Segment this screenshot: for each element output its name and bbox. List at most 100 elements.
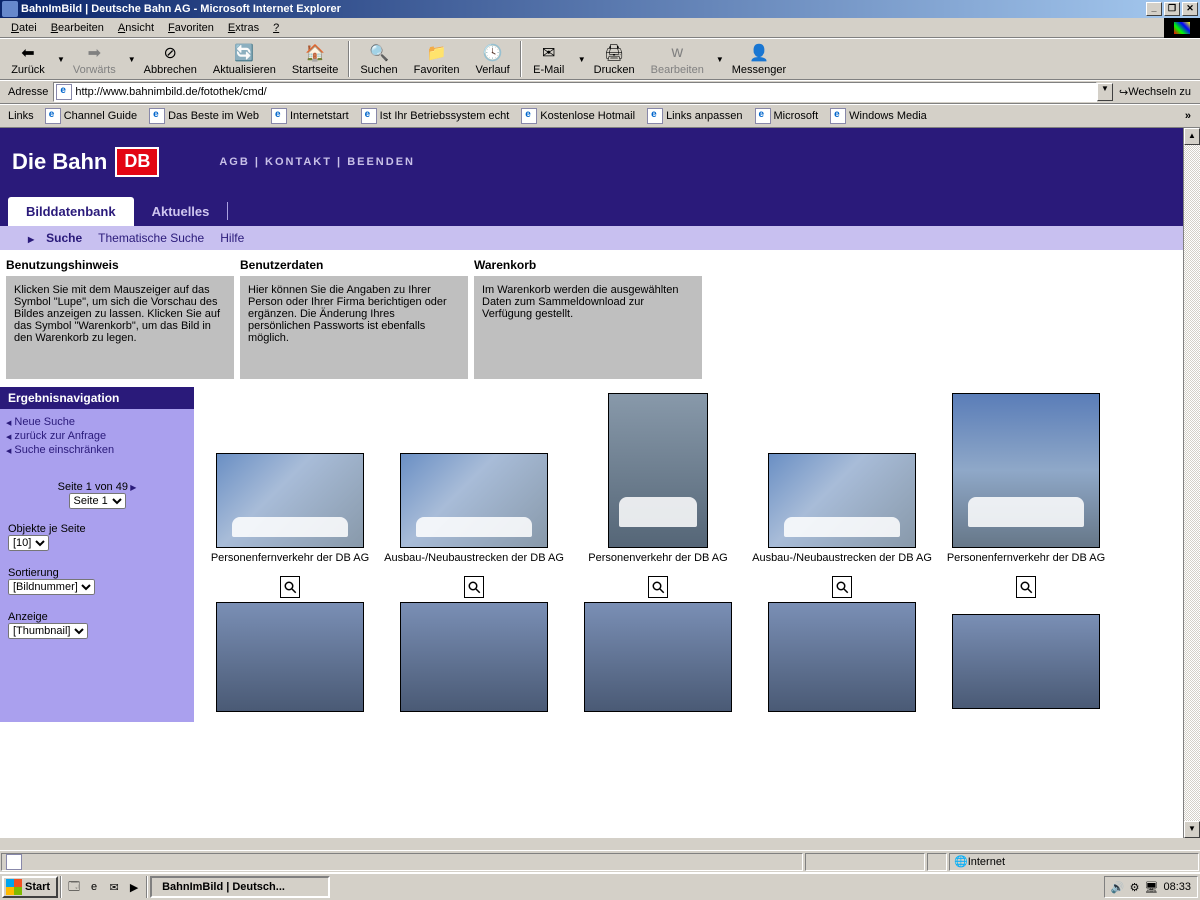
status-cell [927,853,947,871]
tray-app-icon[interactable]: ⚙ [1130,881,1140,894]
taskbar-task[interactable]: BahnImBild | Deutsch... [150,876,330,898]
menu-extras[interactable]: Extras [221,20,266,36]
subnav-hilfe[interactable]: Hilfe [212,231,252,245]
forward-dropdown[interactable]: ▼ [128,55,136,64]
link-das-beste[interactable]: Das Beste im Web [143,108,265,124]
vertical-scrollbar[interactable]: ▲ ▼ [1183,128,1200,838]
tray-network-icon[interactable]: 🖥 [1145,881,1159,894]
sidebar-zurueck[interactable]: zurück zur Anfrage [6,429,188,443]
messenger-icon: 👤 [749,43,769,63]
forward-button[interactable]: ➡Vorwärts [65,39,124,79]
link-kontakt[interactable]: KONTAKT [265,156,332,168]
close-button[interactable]: ✕ [1182,2,1198,16]
magnify-button[interactable] [832,576,852,598]
restore-button[interactable]: ❐ [1164,2,1180,16]
thumbnail-image[interactable] [768,602,916,712]
magnify-button[interactable] [464,576,484,598]
url-input[interactable] [75,86,1094,98]
favorites-button[interactable]: 📁Favoriten [406,39,468,79]
menu-datei[interactable]: Datei [4,20,44,36]
perpage-select[interactable]: [10] [8,535,49,551]
stop-button[interactable]: ⊘Abbrechen [136,39,205,79]
pager-next[interactable] [128,481,136,493]
start-button[interactable]: Start [2,876,58,898]
menu-bearbeiten[interactable]: Bearbeiten [44,20,111,36]
thumbnail-image[interactable] [952,614,1100,709]
magnify-button[interactable] [648,576,668,598]
scroll-down-button[interactable]: ▼ [1184,821,1200,838]
pager-text: Seite 1 von 49 [58,481,128,493]
thumb-caption: Ausbau-/Neubaustrecken der DB AG [750,548,934,574]
page-icon [149,108,165,124]
refresh-button[interactable]: 🔄Aktualisieren [205,39,284,79]
sub-nav: Suche Thematische Suche Hilfe [0,226,1183,250]
edit-button[interactable]: wBearbeiten [643,39,712,79]
tray-clock[interactable]: 08:33 [1163,881,1191,893]
thumb-item: Ausbau-/Neubaustrecken der DB AG [382,393,566,598]
info-title: Warenkorb [474,258,702,272]
quicklaunch-desktop-icon[interactable]: 🗔 [65,878,83,896]
links-bar: Links Channel Guide Das Beste im Web Int… [0,104,1200,128]
favorites-icon: 📁 [427,43,447,63]
link-beenden[interactable]: BEENDEN [347,156,415,168]
thumbnail-image[interactable] [216,453,364,548]
back-dropdown[interactable]: ▼ [57,55,65,64]
link-microsoft[interactable]: Microsoft [749,108,825,124]
sort-select[interactable]: [Bildnummer] [8,579,95,595]
back-button[interactable]: ⬅Zurück [3,39,53,79]
link-windows-media[interactable]: Windows Media [824,108,933,124]
throbber-icon [1164,18,1200,38]
quicklaunch-media-icon[interactable]: ▶ [125,878,143,896]
scroll-track[interactable] [1184,145,1200,821]
search-button[interactable]: 🔍Suchen [352,39,405,79]
page-icon [521,108,537,124]
menu-ansicht[interactable]: Ansicht [111,20,161,36]
tab-aktuelles[interactable]: Aktuelles [134,197,228,226]
mail-button[interactable]: ✉E-Mail [524,39,574,79]
link-betriebssystem[interactable]: Ist Ihr Betriebssystem echt [355,108,516,124]
thumbnail-image[interactable] [608,393,708,548]
messenger-button[interactable]: 👤Messenger [724,39,794,79]
tab-bilddatenbank[interactable]: Bilddatenbank [8,197,134,226]
sidebar-einschraenken[interactable]: Suche einschränken [6,443,188,457]
thumbnail-image[interactable] [584,602,732,712]
history-button[interactable]: 🕓Verlauf [467,39,517,79]
page-icon [755,108,771,124]
url-dropdown[interactable]: ▼ [1097,83,1113,101]
sidebar-neue-suche[interactable]: Neue Suche [6,415,188,429]
url-box[interactable] [53,82,1097,102]
magnify-button[interactable] [280,576,300,598]
thumbnail-image[interactable] [952,393,1100,548]
page-select[interactable]: Seite 1 [69,493,126,509]
thumbnail-image[interactable] [400,453,548,548]
tray-volume-icon[interactable]: 🔊 [1111,881,1125,894]
thumb-caption: Personenverkehr der DB AG [586,548,729,574]
system-tray: 🔊 ⚙ 🖥 08:33 [1104,876,1198,898]
link-agb[interactable]: AGB [219,156,249,168]
mail-dropdown[interactable]: ▼ [578,55,586,64]
quicklaunch-ie-icon[interactable]: e [85,878,103,896]
thumbnail-image[interactable] [768,453,916,548]
menu-favoriten[interactable]: Favoriten [161,20,221,36]
subnav-suche[interactable]: Suche [28,231,90,245]
results-area: Ergebnisnavigation Neue Suche zurück zur… [0,387,1183,722]
magnify-button[interactable] [1016,576,1036,598]
quicklaunch-outlook-icon[interactable]: ✉ [105,878,123,896]
edit-dropdown[interactable]: ▼ [716,55,724,64]
menu-help[interactable]: ? [266,20,286,36]
minimize-button[interactable]: _ [1146,2,1162,16]
subnav-thematische[interactable]: Thematische Suche [90,231,212,245]
link-hotmail[interactable]: Kostenlose Hotmail [515,108,641,124]
go-button[interactable]: ↪ Wechseln zu [1113,86,1197,99]
scroll-up-button[interactable]: ▲ [1184,128,1200,145]
link-internetstart[interactable]: Internetstart [265,108,355,124]
windows-icon [6,879,22,895]
print-button[interactable]: 🖨Drucken [586,39,643,79]
view-select[interactable]: [Thumbnail] [8,623,88,639]
link-channel-guide[interactable]: Channel Guide [39,108,143,124]
thumbnail-image[interactable] [400,602,548,712]
link-links-anpassen[interactable]: Links anpassen [641,108,748,124]
links-overflow[interactable]: » [1179,110,1197,122]
home-button[interactable]: 🏠Startseite [284,39,346,79]
thumbnail-image[interactable] [216,602,364,712]
